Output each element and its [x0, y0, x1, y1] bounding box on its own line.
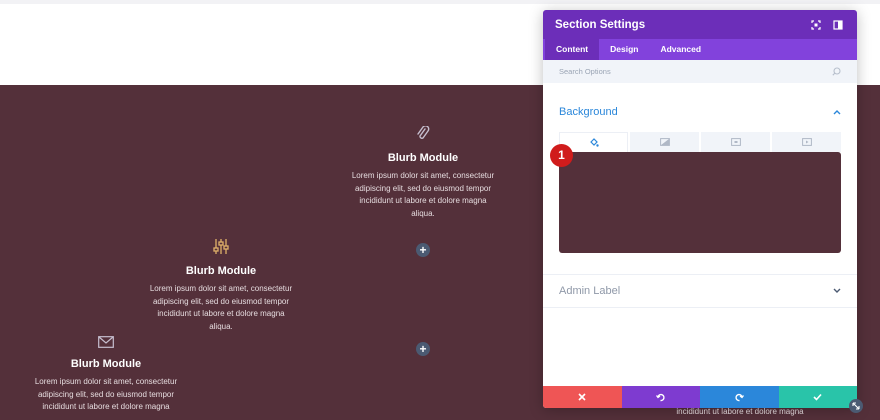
bg-tab-gradient[interactable] [630, 132, 699, 152]
check-icon [813, 393, 822, 401]
blurb-title: Blurb Module [70, 358, 142, 370]
cancel-button[interactable] [543, 386, 622, 408]
sliders-icon [213, 239, 229, 254]
chevron-down-icon[interactable] [833, 288, 841, 294]
paperclip-icon [417, 126, 430, 139]
tab-content[interactable]: Content [545, 39, 600, 60]
admin-label-title: Admin Label [559, 284, 621, 297]
expand-icon[interactable] [809, 18, 823, 32]
bg-tab-video[interactable] [772, 132, 841, 152]
chevron-up-icon[interactable] [833, 109, 841, 115]
bg-tab-image[interactable] [701, 132, 770, 152]
panel-title: Section Settings [555, 18, 646, 31]
save-button[interactable] [778, 386, 857, 408]
image-icon [730, 138, 741, 146]
blurb-text: Lorem ipsum dolor sit amet, consectetur … [351, 171, 495, 218]
blurb-module[interactable]: Blurb Module Lorem ipsum dolor sit amet,… [26, 336, 186, 414]
paint-bucket-icon [589, 137, 599, 147]
redo-icon [735, 393, 744, 401]
background-color-preview[interactable] [559, 152, 841, 253]
panel-action-bar [543, 386, 857, 408]
search-icon [832, 67, 841, 76]
envelope-icon [98, 336, 114, 348]
panel-tabs: Content Design Advanced [543, 39, 857, 60]
admin-label-toggle[interactable]: Admin Label [543, 274, 857, 307]
add-module-button[interactable]: + [416, 243, 430, 257]
search-options-field[interactable]: Search Options [543, 60, 857, 83]
resize-icon [852, 402, 860, 410]
resize-handle[interactable] [849, 399, 863, 413]
background-toggle[interactable]: Background [543, 92, 857, 132]
blurb-module[interactable]: Blurb Module Lorem ipsum dolor sit amet,… [343, 126, 503, 220]
undo-button[interactable] [621, 386, 700, 408]
background-title: Background [559, 106, 618, 118]
tab-design[interactable]: Design [599, 39, 649, 60]
divider [543, 307, 857, 308]
blurb-text: Lorem ipsum dolor sit amet, consectetur … [149, 284, 293, 331]
background-type-tabs [559, 132, 841, 152]
blurb-module[interactable]: Blurb Module Lorem ipsum dolor sit amet,… [141, 238, 301, 333]
blurb-title: Blurb Module [185, 265, 257, 277]
section-settings-panel: Section Settings Content Design Advanced… [543, 10, 857, 408]
undo-icon [656, 393, 665, 401]
search-placeholder: Search Options [559, 67, 611, 76]
redo-button[interactable] [700, 386, 779, 408]
gradient-icon [659, 138, 670, 146]
panel-header[interactable]: Section Settings [543, 10, 857, 39]
sidebar-toggle-icon[interactable] [831, 18, 845, 32]
blurb-text: Lorem ipsum dolor sit amet, consectetur … [34, 377, 178, 411]
blurb-text: incididunt ut labore et dolore magna [676, 407, 804, 416]
blurb-title: Blurb Module [387, 152, 459, 164]
video-icon [801, 138, 812, 146]
add-module-button[interactable]: + [416, 342, 430, 356]
close-icon [578, 393, 586, 401]
step-marker: 1 [550, 144, 573, 167]
tab-advanced[interactable]: Advanced [649, 39, 712, 60]
